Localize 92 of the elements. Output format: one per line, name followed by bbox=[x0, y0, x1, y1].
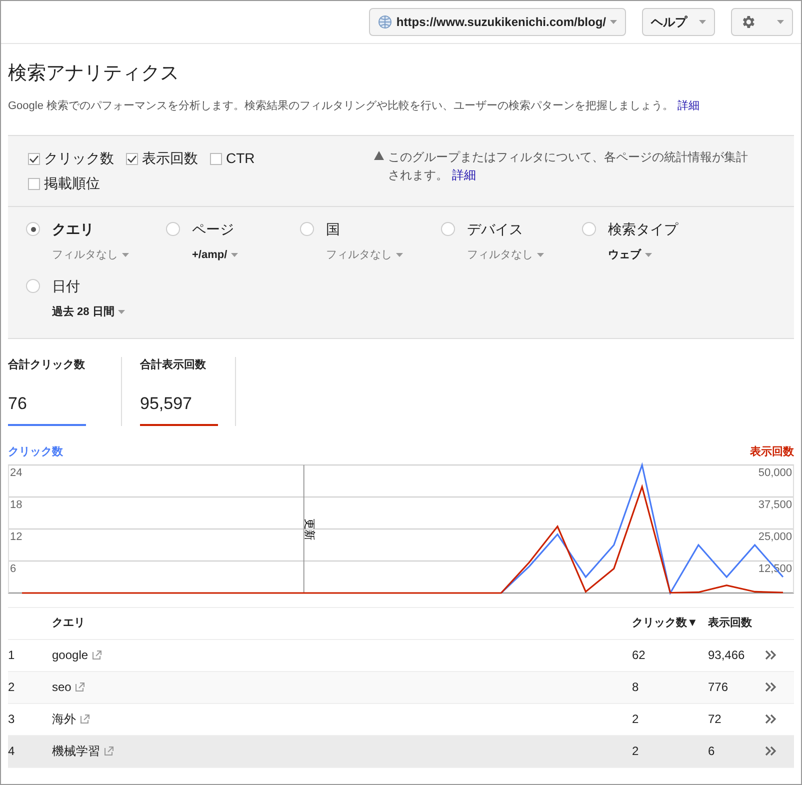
page-title: 検索アナリティクス bbox=[8, 62, 180, 86]
caret-icon bbox=[122, 253, 129, 258]
total-label: 合計クリック数 bbox=[8, 358, 86, 373]
query-cell-text: 海外 bbox=[52, 711, 76, 728]
caret-icon bbox=[537, 253, 544, 258]
clicks-cell: 2 bbox=[632, 703, 708, 735]
table-row[interactable]: 2 seo 8 776 bbox=[8, 671, 794, 703]
checkbox[interactable] bbox=[28, 152, 40, 164]
column-header[interactable]: クエリ bbox=[52, 607, 632, 639]
clicks-cell: 8 bbox=[632, 671, 708, 703]
checkbox[interactable] bbox=[210, 152, 222, 164]
table-row[interactable]: 1 google 62 93,466 bbox=[8, 639, 794, 671]
settings-button[interactable] bbox=[731, 8, 793, 36]
filter-dropdown[interactable]: フィルタなし bbox=[467, 247, 544, 264]
caret-icon bbox=[396, 253, 403, 258]
double-chevron-icon[interactable] bbox=[764, 649, 778, 661]
checkbox[interactable] bbox=[28, 178, 40, 190]
dimension-label[interactable]: デバイス bbox=[467, 219, 544, 240]
impressions-cell: 72 bbox=[708, 703, 764, 735]
radio-button[interactable] bbox=[26, 278, 40, 292]
external-link-icon[interactable] bbox=[104, 746, 114, 756]
dimension-label[interactable]: クエリ bbox=[52, 219, 129, 240]
filter-dropdown[interactable]: +/amp/ bbox=[192, 247, 238, 264]
warning-icon bbox=[374, 151, 384, 161]
rank-cell: 4 bbox=[8, 735, 52, 767]
column-header[interactable]: クリック数▼ bbox=[632, 607, 708, 639]
dimension-label[interactable]: 日付 bbox=[52, 276, 126, 296]
external-link-icon[interactable] bbox=[75, 682, 86, 692]
caret-icon bbox=[610, 20, 617, 24]
filter-dropdown[interactable]: フィルタなし bbox=[326, 247, 403, 264]
clicks-cell: 2 bbox=[632, 735, 708, 767]
notice-text: このグループまたはフィルタについて、各ページの統計情報が集計されます。 詳細 bbox=[388, 149, 749, 184]
total-value: 95,597 bbox=[140, 392, 193, 414]
metric-checkbox[interactable]: 掲載順位 bbox=[28, 173, 100, 194]
total-value: 76 bbox=[8, 392, 28, 414]
metric-checkbox[interactable]: 表示回数 bbox=[126, 148, 198, 169]
checkbox[interactable] bbox=[126, 152, 138, 164]
impressions-cell: 776 bbox=[708, 671, 764, 703]
rank-cell: 1 bbox=[8, 639, 52, 671]
globe-icon bbox=[378, 15, 392, 29]
impressions-cell: 93,466 bbox=[708, 639, 764, 671]
table-row[interactable]: 3 海外 2 72 bbox=[8, 703, 794, 735]
help-button[interactable]: ヘルプ bbox=[642, 8, 715, 36]
caret-icon bbox=[699, 20, 706, 24]
double-chevron-icon[interactable] bbox=[764, 681, 778, 693]
query-cell-text: seo bbox=[52, 679, 72, 696]
query-cell-text: google bbox=[52, 647, 88, 664]
rank-cell: 3 bbox=[8, 703, 52, 735]
details-link[interactable]: 詳細 bbox=[452, 168, 476, 182]
page-description: Google 検索でのパフォーマンスを分析します。検索結果のフィルタリングや比較を行い、ユーザーの検索パターンを把握しましょう。 詳細 bbox=[8, 98, 701, 114]
metric-checkbox[interactable]: CTR bbox=[210, 148, 255, 169]
radio-button[interactable] bbox=[441, 222, 455, 236]
double-chevron-icon[interactable] bbox=[764, 745, 778, 757]
tick-label: 25,000 bbox=[758, 530, 792, 542]
dimension-label[interactable]: 国 bbox=[326, 219, 403, 240]
radio-button[interactable] bbox=[26, 222, 40, 236]
tick-label: 12 bbox=[10, 530, 22, 542]
rank-cell: 2 bbox=[8, 671, 52, 703]
external-link-icon[interactable] bbox=[80, 714, 90, 724]
radio-button[interactable] bbox=[300, 222, 314, 236]
annotation-label: 更新 bbox=[302, 518, 315, 540]
impressions-cell: 6 bbox=[708, 735, 764, 767]
check-icon bbox=[29, 154, 39, 164]
dimension-label[interactable]: 検索タイプ bbox=[608, 219, 678, 240]
tick-label: 24 bbox=[10, 466, 22, 478]
clicks-cell: 62 bbox=[632, 639, 708, 671]
dimension-label[interactable]: ページ bbox=[192, 219, 238, 240]
caret-icon bbox=[231, 253, 238, 258]
query-cell-text: 機械学習 bbox=[52, 743, 100, 760]
caret-icon bbox=[645, 253, 652, 258]
check-icon bbox=[127, 154, 137, 164]
series-label: 表示回数 bbox=[750, 444, 794, 460]
site-selector[interactable]: https://www.suzukikenichi.com/blog/ bbox=[369, 8, 626, 36]
series-label: クリック数 bbox=[8, 445, 63, 460]
caret-icon bbox=[777, 20, 784, 24]
radio-button[interactable] bbox=[582, 222, 596, 236]
tick-label: 18 bbox=[10, 498, 22, 510]
details-link[interactable]: 詳細 bbox=[678, 100, 700, 112]
tick-label: 37,500 bbox=[758, 498, 792, 510]
external-link-icon[interactable] bbox=[92, 650, 102, 660]
filter-dropdown[interactable]: フィルタなし bbox=[52, 247, 129, 264]
tick-label: 50,000 bbox=[758, 466, 792, 478]
total-label: 合計表示回数 bbox=[140, 358, 207, 373]
filter-dropdown[interactable]: 過去 28 日間 bbox=[52, 304, 126, 320]
filter-dropdown[interactable]: ウェブ bbox=[608, 247, 678, 264]
radio-button[interactable] bbox=[166, 222, 180, 236]
caret-icon bbox=[118, 310, 126, 314]
column-header[interactable]: 表示回数 bbox=[708, 607, 764, 639]
settings-icon bbox=[740, 14, 756, 30]
double-chevron-icon[interactable] bbox=[764, 713, 778, 725]
tick-label: 6 bbox=[10, 562, 16, 574]
metric-checkbox[interactable]: クリック数 bbox=[28, 148, 114, 169]
